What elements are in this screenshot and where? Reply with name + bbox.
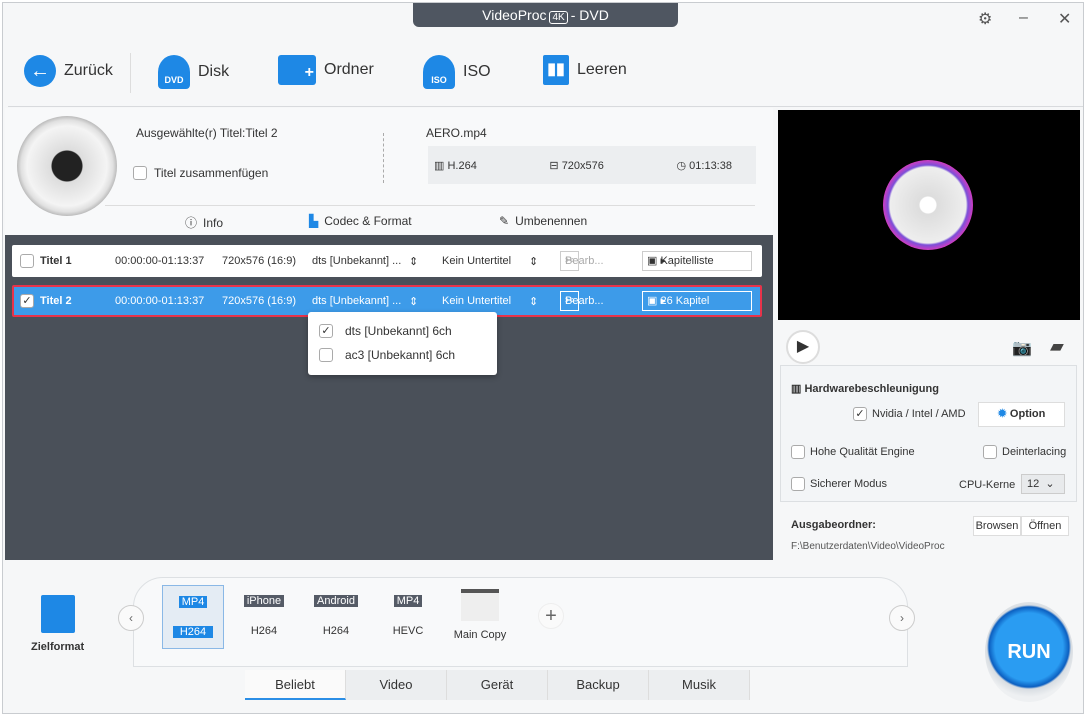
videoproc-logo <box>883 160 973 250</box>
time-range[interactable]: 00:00:00-01:13:37 <box>115 255 204 267</box>
output-folder-label: Ausgabeordner: <box>791 519 876 531</box>
tab-rename[interactable]: ✎ Umbenennen <box>499 214 587 228</box>
audio-select[interactable]: dts [Unbekannt] ... <box>312 295 401 307</box>
edit-button[interactable]: Bearb... ✂ <box>560 251 604 271</box>
merge-titles-checkbox[interactable]: Titel zusammenfügen <box>133 166 268 180</box>
video-preview <box>778 110 1080 320</box>
subtitle-select[interactable]: Kein Untertitel <box>442 255 511 267</box>
codec-info: ▥ H.264 <box>434 159 477 172</box>
format-iphone-h264[interactable]: iPhone H264 <box>233 585 295 649</box>
safe-mode-checkbox[interactable]: Sicherer Modus <box>791 477 887 491</box>
folder-button[interactable]: + Ordner <box>278 55 374 85</box>
cpu-cores-label: CPU-Kerne <box>959 479 1016 491</box>
hardware-settings: ▥ Hardwarebeschleunigung ✓ Nvidia / Intel… <box>780 365 1077 502</box>
document-icon: ▙ <box>309 214 319 228</box>
run-button[interactable]: RUN <box>985 602 1073 702</box>
format-mp4-hevc[interactable]: MP4 HEVC <box>377 585 439 649</box>
select-arrows-icon: ⇕ <box>409 255 419 268</box>
select-arrows-icon: ⇕ <box>529 255 539 268</box>
add-format-button[interactable]: + <box>538 603 564 629</box>
tab-music[interactable]: Musik <box>649 670 750 700</box>
window-title: VideoProc 4K - DVD <box>413 3 678 27</box>
target-format-icon <box>40 595 75 633</box>
selected-title-label: Ausgewählte(r) Titel:Titel 2 <box>136 126 278 140</box>
play-button[interactable]: ▶ <box>786 330 820 364</box>
title-name: Titel 2 <box>40 295 72 307</box>
hw-title: ▥ Hardwarebeschleunigung <box>791 383 939 395</box>
select-arrows-icon: ⇕ <box>409 295 419 308</box>
time-range[interactable]: 00:00:00-01:13:37 <box>115 295 204 307</box>
hw-accel-checkbox[interactable]: ✓ Nvidia / Intel / AMD <box>853 407 966 421</box>
disk-button[interactable]: DVD Disk <box>158 55 229 89</box>
select-arrows-icon: ⇕ <box>529 295 539 308</box>
audio-option[interactable]: ac3 [Unbekannt] 6ch <box>308 343 497 367</box>
open-folder-icon[interactable]: ▰ <box>1050 336 1064 357</box>
info-area: Ausgewählte(r) Titel:Titel 2 Titel zusam… <box>5 108 773 235</box>
high-quality-checkbox[interactable]: Hohe Qualität Engine <box>791 445 915 459</box>
format-mp4-h264[interactable]: MP4 H264 <box>162 585 224 649</box>
edit-button[interactable]: Bearb... ✂ <box>560 291 604 311</box>
audio-dropdown: ✓ dts [Unbekannt] 6ch ac3 [Unbekannt] 6ch <box>308 312 497 375</box>
tab-popular[interactable]: Beliebt <box>245 670 346 700</box>
target-format-button[interactable]: Zielformat <box>31 595 84 653</box>
add-folder-icon: + <box>278 55 316 85</box>
disc-icon <box>17 116 117 216</box>
tab-codec-format[interactable]: ▙ Codec & Format <box>309 214 412 228</box>
tab-backup[interactable]: Backup <box>548 670 649 700</box>
chapters-button[interactable]: ▣ 26 Kapitel ▸ <box>642 291 752 311</box>
title-name: Titel 1 <box>40 255 72 267</box>
chapters-button[interactable]: ▣ Kapitelliste ▸ <box>642 251 752 271</box>
output-meta: ▥ H.264 ⊟ 720x576 ◷ 01:13:38 <box>428 146 756 184</box>
tab-video[interactable]: Video <box>346 670 447 700</box>
toolbar: ← Zurück DVD Disk + Ordner ISO ISO ▮▮ Leeren <box>8 45 1083 107</box>
title-row[interactable]: Titel 1 00:00:00-01:13:37 720x576 (16:9)… <box>12 245 762 277</box>
resolution: 720x576 (16:9) <box>222 295 296 307</box>
output-filename: AERO.mp4 <box>426 126 487 140</box>
scroll-right-button[interactable]: › <box>889 605 915 631</box>
scroll-left-button[interactable]: ‹ <box>118 605 144 631</box>
divider <box>383 133 384 183</box>
output-path: F:\Benutzerdaten\Video\VideoProc <box>791 541 945 552</box>
tab-device[interactable]: Gerät <box>447 670 548 700</box>
browse-button[interactable]: Browsen <box>973 516 1021 536</box>
clear-button[interactable]: ▮▮ Leeren <box>543 55 627 85</box>
format-bar: Zielformat ‹ › MP4 H264 iPhone H264 Androi… <box>5 565 1080 705</box>
title-list: Titel 1 00:00:00-01:13:37 720x576 (16:9)… <box>5 235 773 560</box>
tab-info[interactable]: ⓘ Info <box>185 214 223 231</box>
resolution-info: ⊟ 720x576 <box>549 159 604 172</box>
info-icon: ⓘ <box>185 216 198 230</box>
back-button[interactable]: ← Zurück <box>24 55 113 87</box>
deinterlacing-checkbox[interactable]: Deinterlacing <box>983 445 1066 459</box>
minimize-button[interactable]: – <box>1019 9 1028 27</box>
category-tabs: Beliebt Video Gerät Backup Musik <box>245 670 750 700</box>
title-checkbox[interactable] <box>20 254 34 268</box>
close-button[interactable]: ✕ <box>1058 9 1071 29</box>
duration-info: ◷ 01:13:38 <box>676 159 732 172</box>
subtitle-select[interactable]: Kein Untertitel <box>442 295 511 307</box>
iso-icon: ISO <box>423 55 455 89</box>
cpu-cores-select[interactable]: 12 ⌄ <box>1021 474 1065 494</box>
settings-gear-icon[interactable]: ⚙ <box>978 9 992 29</box>
trash-icon: ▮▮ <box>543 55 569 85</box>
title-checkbox[interactable]: ✓ <box>20 294 34 308</box>
resolution: 720x576 (16:9) <box>222 255 296 267</box>
snapshot-camera-icon[interactable]: 📷 <box>1012 338 1032 358</box>
main-copy-icon <box>461 589 499 621</box>
audio-option[interactable]: ✓ dts [Unbekannt] 6ch <box>308 319 497 343</box>
format-main-copy[interactable]: Main Copy <box>449 585 511 649</box>
back-arrow-icon: ← <box>24 55 56 87</box>
dvd-icon: DVD <box>158 55 190 89</box>
option-button[interactable]: ✹ Option <box>978 402 1065 427</box>
audio-select[interactable]: dts [Unbekannt] ... <box>312 255 401 267</box>
open-button[interactable]: Öffnen <box>1021 516 1069 536</box>
iso-button[interactable]: ISO ISO <box>423 55 491 89</box>
edit-icon: ✎ <box>499 214 510 228</box>
format-android-h264[interactable]: Android H264 <box>305 585 367 649</box>
